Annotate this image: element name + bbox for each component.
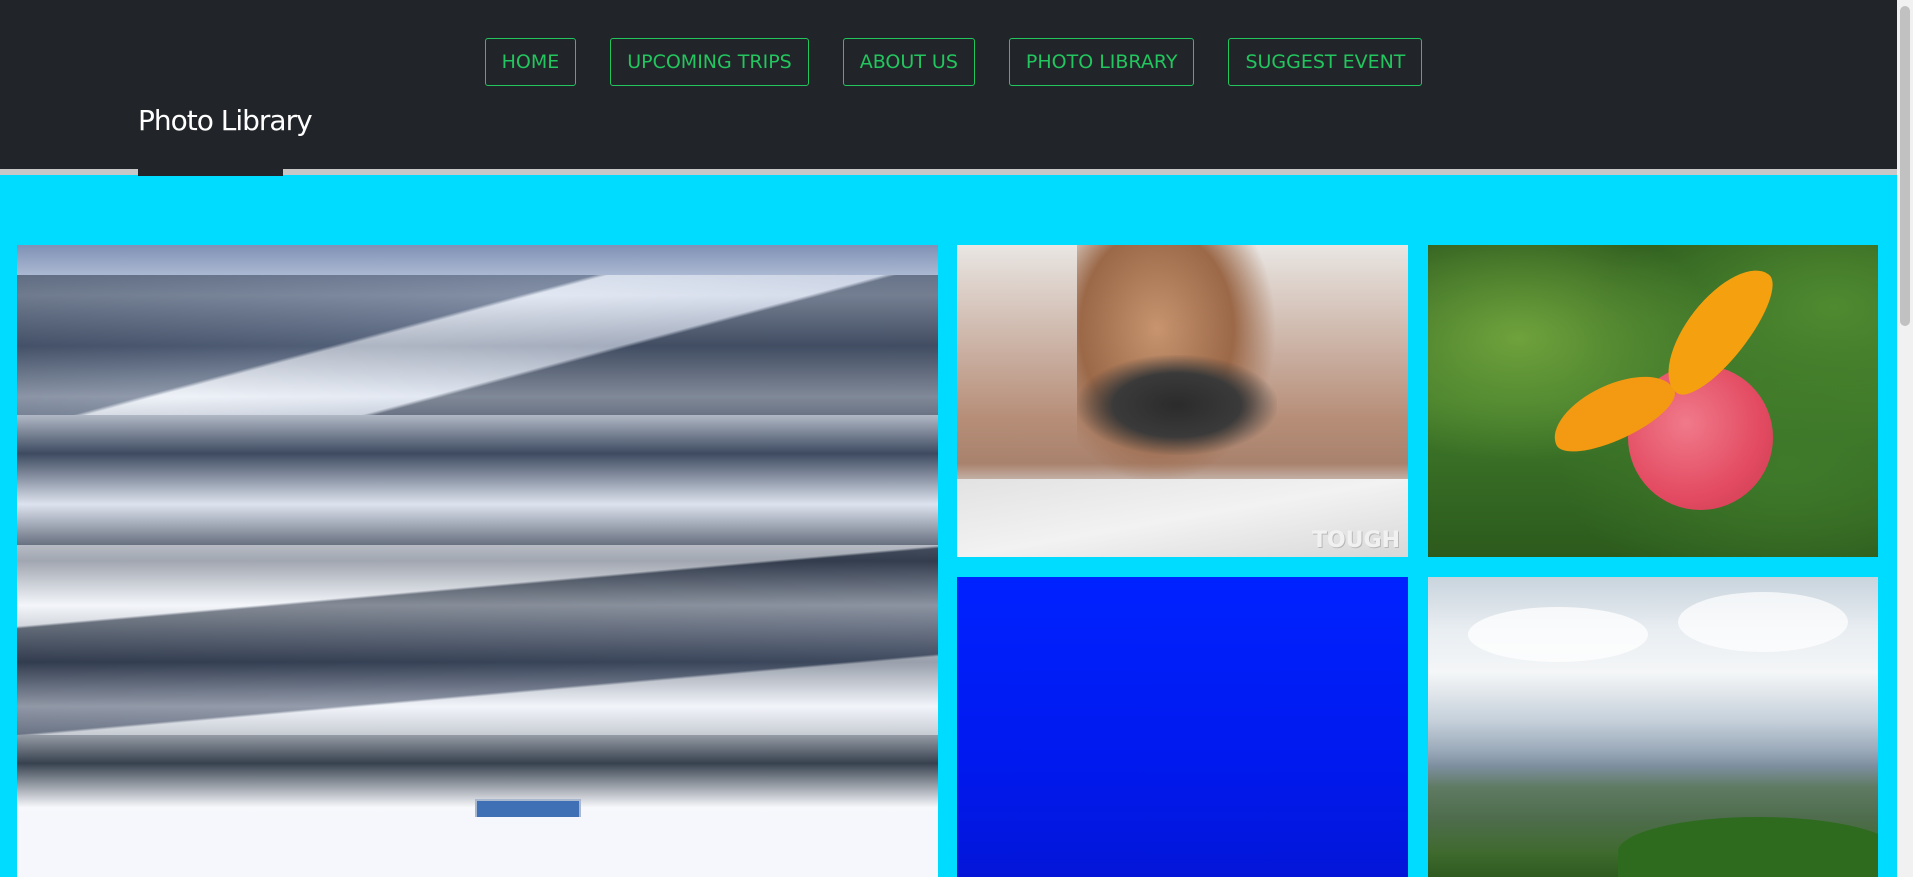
gallery-photo-landscape[interactable] bbox=[1428, 577, 1878, 877]
gallery-photo-mud-run[interactable]: TOUGH bbox=[957, 245, 1408, 557]
gallery-photo-blue[interactable] bbox=[957, 577, 1408, 877]
cloud-right bbox=[1678, 592, 1848, 652]
nav-photo-library-button[interactable]: PHOTO LIBRARY bbox=[1008, 38, 1195, 86]
title-underline-track bbox=[0, 169, 1897, 175]
runner-shorts bbox=[1077, 355, 1277, 455]
page: HOME UPCOMING TRIPS ABOUT US PHOTO LIBRA… bbox=[0, 0, 1913, 877]
nav-upcoming-trips-button[interactable]: UPCOMING TRIPS bbox=[610, 38, 809, 86]
ski-ridge-far bbox=[17, 275, 938, 415]
gallery-photo-butterfly[interactable] bbox=[1428, 245, 1878, 557]
cloud-left bbox=[1468, 607, 1648, 662]
tough-watermark: TOUGH bbox=[1311, 528, 1400, 553]
main-nav: HOME UPCOMING TRIPS ABOUT US PHOTO LIBRA… bbox=[0, 38, 1897, 86]
scrollbar-thumb[interactable] bbox=[1900, 6, 1910, 326]
ski-snow-foreground bbox=[17, 817, 938, 877]
nav-about-us-button[interactable]: ABOUT US bbox=[842, 38, 975, 86]
foreground-hill bbox=[1618, 817, 1878, 877]
header-bar: HOME UPCOMING TRIPS ABOUT US PHOTO LIBRA… bbox=[0, 0, 1897, 169]
nav-suggest-event-button[interactable]: SUGGEST EVENT bbox=[1228, 38, 1423, 86]
ski-ridge-near bbox=[17, 545, 938, 735]
gallery-photo-ski-slopes[interactable] bbox=[17, 245, 938, 877]
page-title: Photo Library bbox=[138, 104, 313, 137]
vertical-scrollbar[interactable] bbox=[1897, 0, 1913, 877]
nav-home-button[interactable]: HOME bbox=[484, 38, 577, 86]
title-underline-active bbox=[138, 169, 283, 176]
